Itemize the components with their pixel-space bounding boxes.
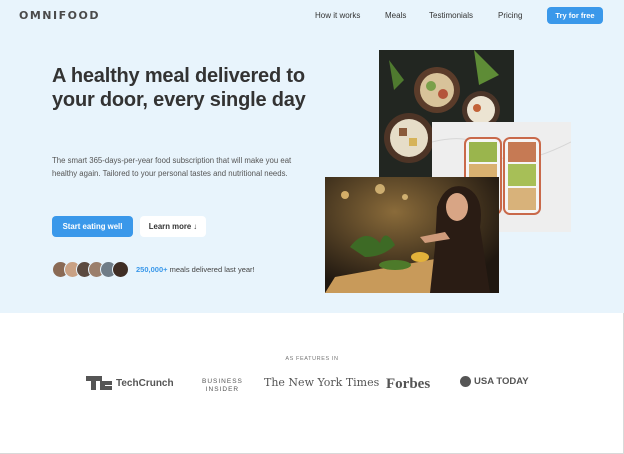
- techcrunch-icon: [86, 376, 112, 390]
- meals-delivered-count: 250,000+: [136, 265, 168, 274]
- featured-in-title: AS FEATURES IN: [285, 356, 339, 362]
- learn-more-button[interactable]: Learn more ↓: [140, 216, 206, 237]
- usa-today-circle-icon: [460, 376, 471, 387]
- top-nav: OMNIFOOD How it works Meals Testimonials…: [0, 0, 624, 30]
- usa-today-label: USA TODAY: [474, 376, 529, 387]
- techcrunch-label: TechCrunch: [116, 377, 174, 389]
- hero-description: The smart 365-days-per-year food subscri…: [52, 156, 292, 178]
- nav-link-pricing[interactable]: Pricing: [498, 11, 522, 20]
- photo-icon: [325, 177, 499, 293]
- new-york-times-logo: The New York Times: [264, 376, 379, 389]
- business-insider-logo: BUSINESS INSIDER: [202, 378, 243, 393]
- customer-avatars: [52, 261, 132, 278]
- avatar: [112, 261, 129, 278]
- usa-today-logo: USA TODAY: [460, 376, 529, 387]
- meals-delivered-text: 250,000+ meals delivered last year!: [136, 265, 255, 274]
- nav-link-how-it-works[interactable]: How it works: [315, 11, 360, 20]
- logo[interactable]: OMNIFOOD: [19, 9, 100, 22]
- logo-text: OMNIFOOD: [19, 9, 100, 22]
- techcrunch-logo: TechCrunch: [86, 376, 174, 390]
- woman-eating-image: [325, 177, 499, 293]
- nav-link-meals[interactable]: Meals: [385, 11, 406, 20]
- try-for-free-button[interactable]: Try for free: [547, 7, 603, 24]
- start-eating-well-button[interactable]: Start eating well: [52, 216, 133, 237]
- business-insider-label-2: INSIDER: [205, 385, 240, 393]
- nav-link-testimonials[interactable]: Testimonials: [429, 11, 473, 20]
- meals-delivered-label: meals delivered last year!: [167, 265, 255, 274]
- hero-headline: A healthy meal delivered to your door, e…: [52, 65, 306, 111]
- forbes-logo: Forbes: [386, 376, 430, 393]
- forbes-label: Forbes: [386, 376, 431, 392]
- business-insider-label-1: BUSINESS: [202, 378, 243, 385]
- new-york-times-label: The New York Times: [264, 376, 380, 389]
